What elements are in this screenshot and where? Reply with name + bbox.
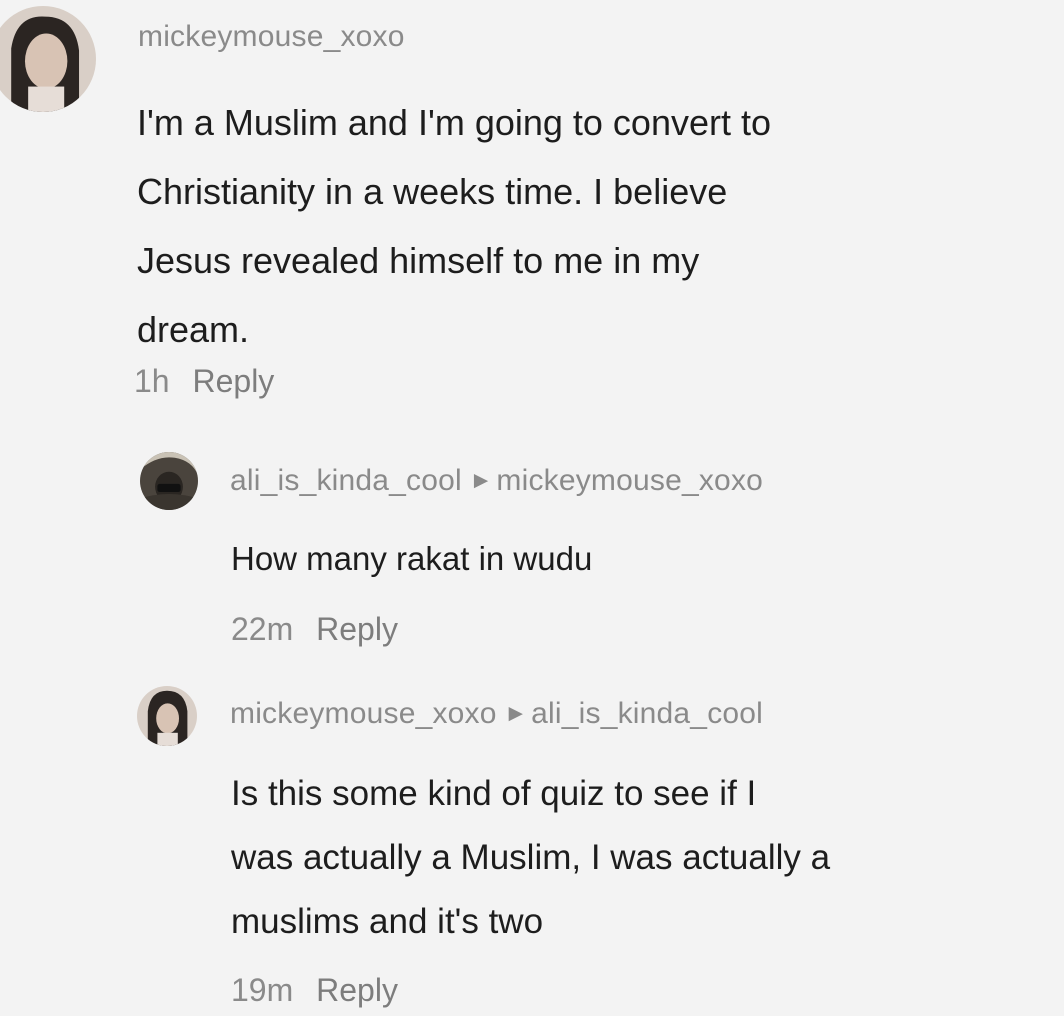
author-username[interactable]: mickeymouse_xoxo	[138, 20, 405, 53]
comment-timestamp: 1h	[134, 363, 170, 399]
replied-to-username[interactable]: mickeymouse_xoxo	[496, 464, 763, 497]
user-avatar-icon[interactable]	[137, 686, 197, 746]
user-avatar-icon[interactable]	[0, 6, 96, 112]
comment-text: Is this some kind of quiz to see if I wa…	[231, 774, 831, 941]
comment-text: I'm a Muslim and I'm going to convert to…	[137, 102, 772, 350]
reply-button[interactable]: Reply	[316, 972, 398, 1008]
reply-button[interactable]: Reply	[316, 611, 398, 647]
replied-to-username[interactable]: ali_is_kinda_cool	[531, 697, 763, 730]
comment-author[interactable]: mickeymouse_xoxo	[138, 20, 405, 54]
comment-meta: 1h Reply	[134, 363, 274, 400]
comment-text: How many rakat in wudu	[231, 540, 593, 577]
author-username[interactable]: mickeymouse_xoxo	[230, 697, 497, 730]
comment-timestamp: 22m	[231, 611, 294, 647]
comment-meta: 22m Reply	[231, 611, 398, 648]
reply-header: ali_is_kinda_cool ▶ mickeymouse_xoxo	[230, 464, 763, 498]
reply-header: mickeymouse_xoxo ▶ ali_is_kinda_cool	[230, 697, 763, 731]
reply-arrow-icon: ▶	[508, 702, 524, 724]
author-username[interactable]: ali_is_kinda_cool	[230, 464, 462, 497]
reply-button[interactable]: Reply	[192, 363, 274, 399]
reply-arrow-icon: ▶	[473, 469, 489, 491]
comment-timestamp: 19m	[231, 972, 294, 1008]
user-avatar-icon[interactable]	[140, 452, 198, 510]
comment-meta: 19m Reply	[231, 972, 398, 1009]
